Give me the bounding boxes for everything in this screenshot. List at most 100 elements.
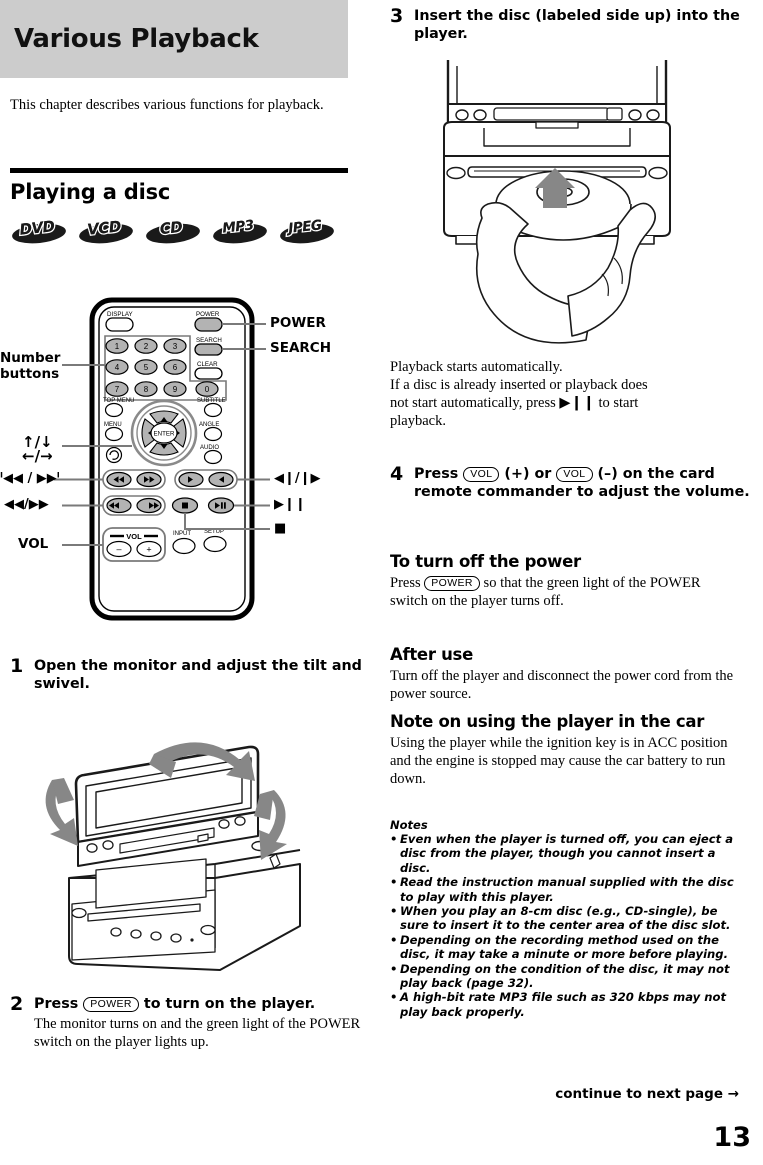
continue-label: continue to next page [555, 1086, 723, 1102]
continue-to-next-page: continue to next page → [555, 1086, 739, 1102]
section-title: Playing a disc [10, 180, 171, 204]
step-3-body-line-2: If a disc is already inserted or playbac… [390, 377, 648, 393]
section-after-use: After use Turn off the player and discon… [390, 645, 735, 703]
chapter-intro: This chapter describes various functions… [10, 97, 324, 113]
power-key-capsule[interactable]: POWER [83, 997, 139, 1012]
vol-key-capsule-minus[interactable]: VOL [556, 467, 593, 482]
step-3-heading: Insert the disc (labeled side up) into t… [414, 8, 740, 42]
page-number: 13 [713, 1122, 751, 1153]
step-1: 1 Open the monitor and adjust the tilt a… [10, 655, 369, 693]
svg-text:0: 0 [205, 385, 210, 394]
step-3-body-line-1: Playback starts automatically. [390, 359, 563, 375]
step-2-head-post: to turn on the player. [138, 996, 316, 1012]
disc-insert-svg [443, 60, 671, 344]
note-item: Read the instruction manual supplied wit… [390, 875, 738, 904]
remote-label-enter: ENTER [154, 431, 176, 438]
monitor-tilt-swivel-figure [12, 718, 352, 988]
step-3-number: 3 [390, 5, 404, 27]
step-4-head-pre: Press [414, 466, 464, 482]
section-after-use-heading: After use [390, 645, 473, 664]
callout-search: SEARCH [270, 340, 331, 356]
notes-title: Notes [390, 818, 428, 832]
svg-text:8: 8 [144, 385, 149, 394]
svg-text:9: 9 [173, 385, 178, 394]
vol-plus-label: + [146, 545, 151, 555]
step-2-head-pre: Press [34, 996, 84, 1012]
step-4-heading: Press VOL (+) or VOL (–) on the card rem… [414, 466, 759, 501]
remote-label-vol: VOL [126, 532, 142, 541]
badge-cd: CD CD [142, 216, 201, 246]
section-note-car: Note on using the player in the car Usin… [390, 712, 740, 788]
step-3-body-line-4: playback. [390, 413, 446, 429]
remote-label-audio: AUDIO [200, 445, 219, 451]
remote-label-search: SEARCH [196, 337, 222, 344]
turn-off-text-pre: Press [390, 575, 425, 591]
remote-control-figure: DISPLAY POWER SEARCH CLEAR 1 2 3 4 5 6 7… [0, 288, 360, 633]
step-3-body: Playback starts automatically. If a disc… [390, 358, 735, 430]
badge-jpeg: JPEG JPEG [276, 216, 335, 246]
step-1-number: 1 [10, 655, 24, 677]
media-format-badges: DVD DVD VCD VCD CD CD MP3 MP3 JPEG JPEG [8, 216, 335, 246]
power-key-capsule-2[interactable]: POWER [424, 576, 480, 591]
step-4-number: 4 [390, 463, 404, 485]
callout-number-buttons: Number buttons [0, 350, 60, 382]
section-note-car-heading: Note on using the player in the car [390, 712, 705, 731]
badge-mp3: MP3 MP3 [209, 216, 268, 246]
remote-label-power: POWER [196, 311, 220, 318]
callout-slow-step: ◀❙/❙▶ [274, 471, 321, 486]
badge-vcd: VCD VCD [75, 216, 134, 246]
step-2-number: 2 [10, 993, 24, 1015]
callout-power: POWER [270, 315, 326, 331]
svg-text:3: 3 [173, 342, 178, 351]
svg-text:2: 2 [144, 342, 149, 351]
step-3-body-line-3: not start automatically, press ▶❙❙ to st… [390, 395, 639, 411]
svg-text:5: 5 [144, 363, 149, 372]
callout-number-buttons-line2: buttons [0, 366, 60, 382]
callout-dpad: ↑/↓ ←/→ [22, 435, 53, 465]
step-4-head-mid: (+) or [499, 466, 557, 482]
chapter-title: Various Playback [14, 24, 259, 54]
callout-scan: ◀◀/▶▶ [4, 497, 49, 512]
svg-text:7: 7 [115, 385, 120, 394]
callout-number-buttons-line1: Number [0, 350, 61, 366]
note-item: Depending on the recording method used o… [390, 933, 738, 962]
step-4: 4 Press VOL (+) or VOL (–) on the card r… [390, 463, 759, 501]
chapter-banner: Various Playback [0, 0, 348, 78]
section-turn-off-power-text: Press POWER so that the green light of t… [390, 574, 735, 610]
callout-play-pause: ▶❙❙ [274, 497, 306, 512]
callout-vol: VOL [18, 536, 49, 552]
stop-icon [182, 502, 188, 509]
step-2-heading: Press POWER to turn on the player. [34, 996, 374, 1014]
note-item: When you play an 8-cm disc (e.g., CD-sin… [390, 904, 738, 933]
callout-prev-next: ᑊ◀◀ / ▶▶ᑊ [0, 471, 60, 486]
section-turn-off-power: To turn off the power Press POWER so tha… [390, 552, 735, 610]
continue-arrow-icon: → [727, 1086, 739, 1102]
callout-leftright-label: ←/→ [22, 447, 53, 465]
svg-text:4: 4 [115, 363, 120, 372]
svg-text:1: 1 [115, 342, 120, 351]
note-item: Depending on the condition of the disc, … [390, 962, 738, 991]
remote-label-clear: CLEAR [197, 361, 218, 368]
manual-page: Various Playback This chapter describes … [0, 0, 763, 1165]
step-3: 3 Insert the disc (labeled side up) into… [390, 5, 759, 43]
step-2: 2 Press POWER to turn on the player. The… [10, 993, 374, 1051]
disc-insert-figure [424, 58, 724, 353]
monitor-figure-svg [45, 742, 301, 971]
callout-stop: ■ [274, 521, 287, 536]
remote-label-display: DISPLAY [107, 311, 133, 318]
note-item: Even when the player is turned off, you … [390, 832, 738, 875]
step-2-body: The monitor turns on and the green light… [34, 1015, 361, 1050]
step-1-heading: Open the monitor and adjust the tilt and… [34, 658, 362, 692]
vol-minus-label: – [116, 544, 121, 554]
vol-key-capsule-plus[interactable]: VOL [463, 467, 500, 482]
remote-label-angle: ANGLE [199, 422, 219, 428]
note-item: A high-bit rate MP3 file such as 320 kbp… [390, 990, 738, 1019]
remote-label-top-menu: TOP MENU [103, 398, 134, 404]
notes-block: Notes Even when the player is turned off… [390, 818, 738, 1019]
section-note-car-text: Using the player while the ignition key … [390, 735, 728, 787]
remote-label-input: INPUT [173, 531, 191, 537]
section-after-use-text: Turn off the player and disconnect the p… [390, 668, 734, 702]
svg-text:6: 6 [173, 363, 178, 372]
section-turn-off-power-heading: To turn off the power [390, 552, 581, 571]
badge-dvd: DVD DVD [8, 216, 67, 246]
